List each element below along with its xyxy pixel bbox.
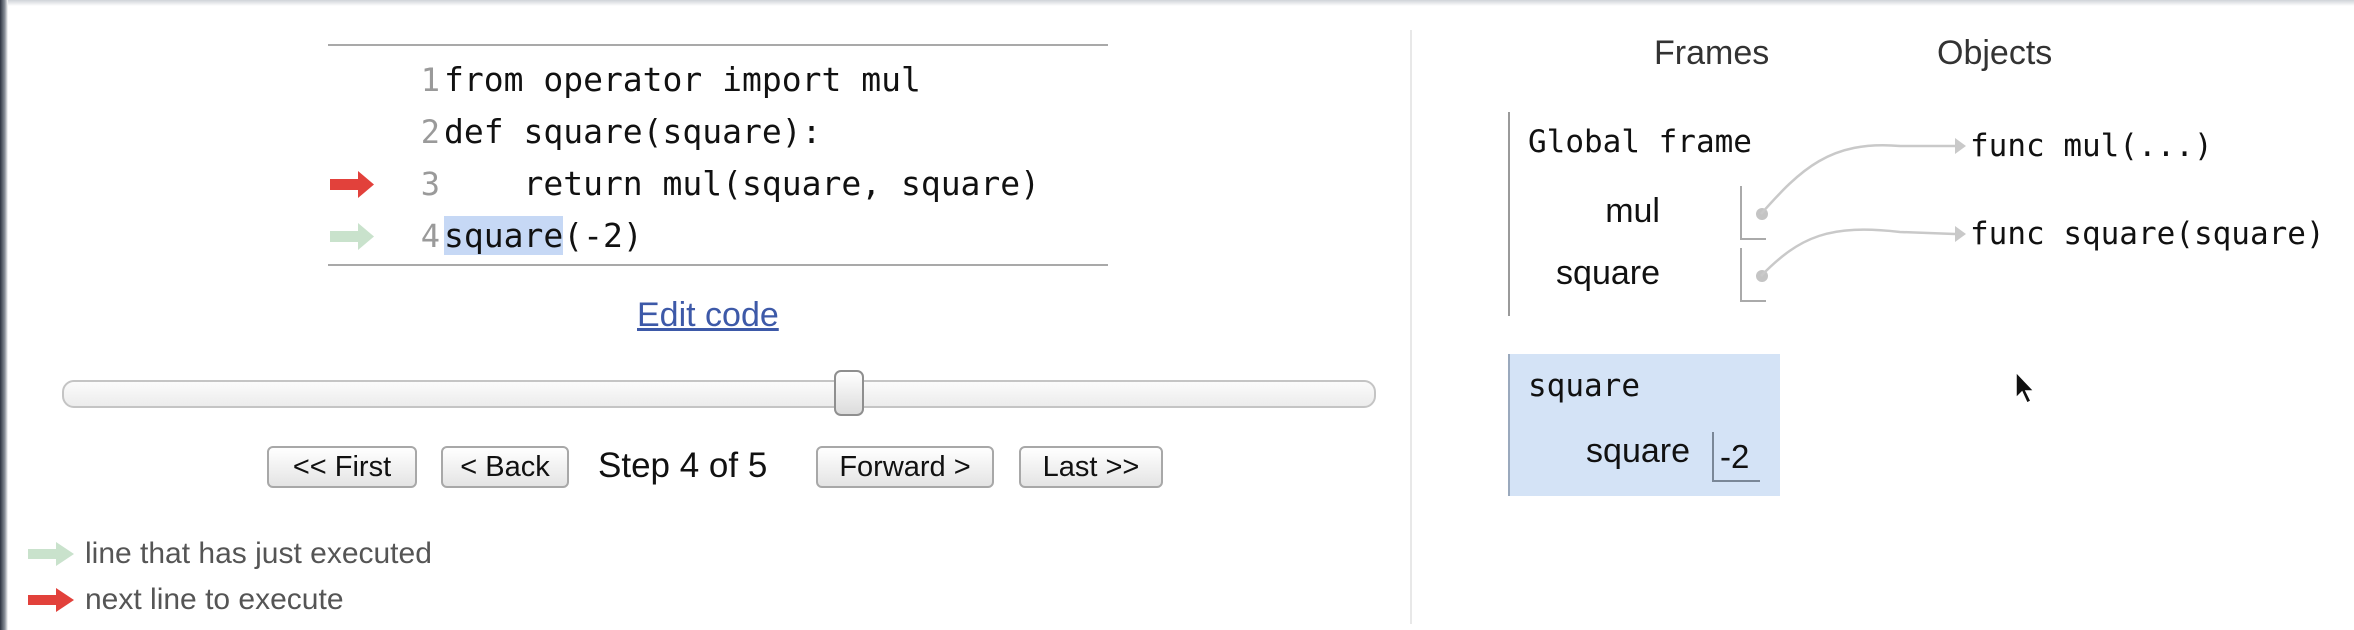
object-func-mul: func mul(...) — [1970, 128, 2213, 164]
var-value: -2 — [1712, 432, 1760, 482]
mouse-cursor-icon — [2015, 370, 2036, 405]
var-name-square: square — [1586, 432, 1690, 470]
pointer-arrows — [1760, 138, 1966, 277]
active-frame-square: square square -2 — [1508, 354, 1780, 496]
object-func-square: func square(square) — [1970, 216, 2325, 252]
frame-title: square — [1528, 368, 1640, 404]
